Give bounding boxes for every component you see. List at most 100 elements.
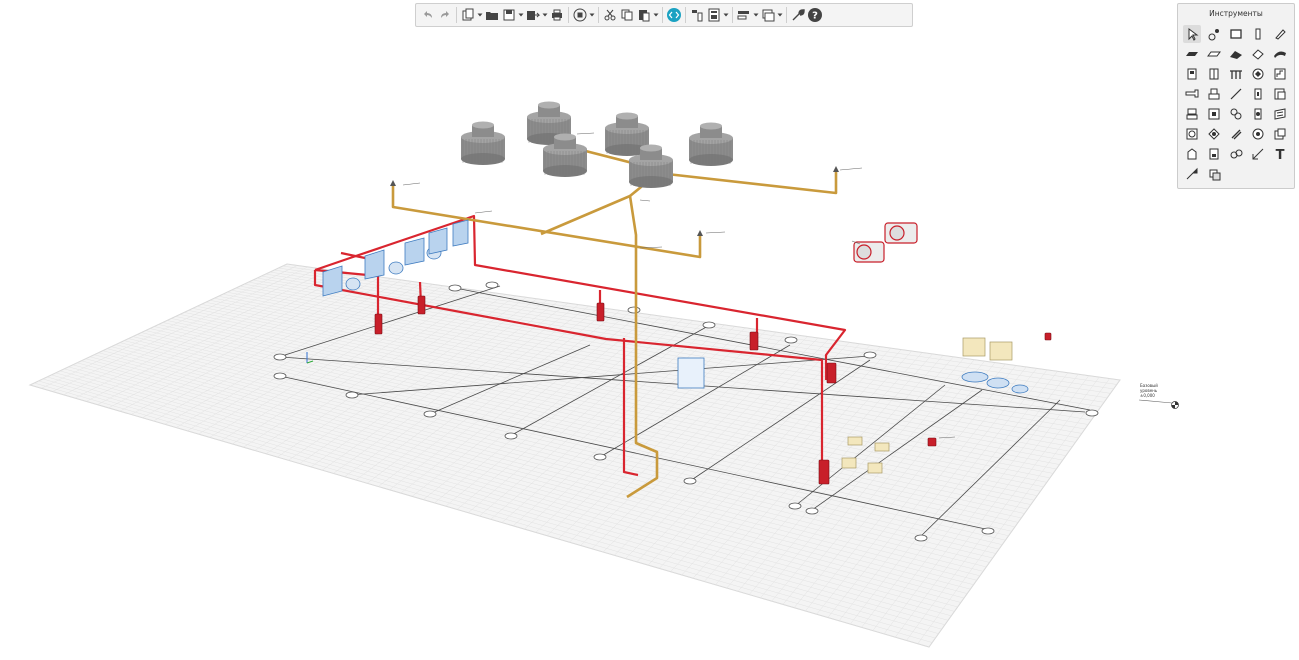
cabinet-tool-button[interactable] [1205,145,1223,163]
measure-icon [1186,167,1198,180]
tank [689,122,733,166]
scissors-icon [604,9,616,21]
export-button[interactable] [525,6,541,24]
stair-tool-button[interactable] [1271,65,1289,83]
help-icon: ? [808,8,822,22]
print-button[interactable] [549,6,565,24]
generator-tool-button[interactable] [1227,145,1245,163]
chevron-down-icon[interactable] [542,6,548,24]
view-cube-icon [573,8,587,22]
unit-tool-button[interactable] [1183,125,1201,143]
rectangle-tool-button[interactable] [1227,25,1245,43]
model-viewport[interactable]: Базовый уровень ±0,000 [0,0,1299,656]
terminal-tool-button[interactable] [1249,85,1267,103]
pipe-tool-button[interactable] [1227,125,1245,143]
svg-text:?: ? [812,11,818,22]
new-project-icon [462,8,474,21]
sheet-tool-button[interactable] [1271,85,1289,103]
chevron-down-icon[interactable] [589,6,595,24]
view-button[interactable] [572,6,588,24]
damper-icon [1274,108,1286,120]
export-icon [527,11,541,20]
copy-icon [621,9,633,21]
panel-tool-button[interactable] [1205,105,1223,123]
tools-grid: T [1178,21,1294,183]
layers-icon [737,11,749,20]
pencil-tool-button[interactable] [1271,25,1289,43]
settings-button[interactable] [790,6,806,24]
column-tool-button[interactable] [1249,25,1267,43]
new-project-button[interactable] [460,6,476,24]
pipe-icon [1231,129,1242,140]
equipment-tool-button[interactable] [1183,105,1201,123]
views-button[interactable] [760,6,776,24]
code-icon [667,8,681,22]
save-button[interactable] [501,6,517,24]
copy-button[interactable] [619,6,635,24]
wall-tool-button[interactable] [1249,45,1267,63]
space-tool-button[interactable] [1183,145,1201,163]
chevron-down-icon[interactable] [653,6,659,24]
help-button[interactable]: ? [807,6,823,24]
curved-wall-tool-button[interactable] [1271,45,1289,63]
fitting-icon [1208,88,1220,100]
level-marker [1138,399,1179,409]
chevron-down-icon[interactable] [477,6,483,24]
damper-tool-button[interactable] [1271,105,1289,123]
redo-button[interactable] [437,6,453,24]
select-tool-button[interactable] [1183,25,1201,43]
object-tool-button[interactable] [1249,65,1267,83]
slab-tool-button[interactable] [1183,45,1201,63]
layers-button[interactable] [736,6,752,24]
properties-button[interactable] [689,6,705,24]
valve-tool-button[interactable] [1249,105,1267,123]
join-icon [1208,29,1219,41]
fitting-tool-button[interactable] [1205,85,1223,103]
folder-icon [486,12,498,20]
calculator-button[interactable] [706,6,722,24]
text-tool-button[interactable]: T [1271,145,1289,163]
chevron-down-icon[interactable] [518,6,524,24]
chevron-down-icon[interactable] [723,6,729,24]
text-icon: T [1276,148,1285,161]
duct-icon [1185,89,1199,98]
storage-tanks [461,101,733,188]
code-button[interactable] [666,6,682,24]
chevron-down-icon[interactable] [777,6,783,24]
redo-icon [441,11,449,18]
roof-tool-button[interactable] [1227,45,1245,63]
3d-model-scene[interactable] [0,0,1299,656]
panel-icon [1208,108,1220,120]
windows-icon [762,9,775,22]
beam-tool-button[interactable] [1205,45,1223,63]
wall-icon [1252,49,1264,60]
paste-icon [639,10,650,22]
toolbar-separator [786,7,787,23]
line-icon [1230,88,1242,100]
boiler-tool-button[interactable] [1205,125,1223,143]
stair-icon [1274,68,1286,80]
equipment-icon [1186,108,1198,120]
box-tool-button[interactable] [1271,125,1289,143]
open-button[interactable] [484,6,500,24]
undo-button[interactable] [420,6,436,24]
measure-tool-button[interactable] [1183,165,1201,183]
copy-tool-tool-button[interactable] [1205,165,1223,183]
join-tool-button[interactable] [1205,25,1223,43]
railing-tool-button[interactable] [1227,65,1245,83]
door-tool-button[interactable] [1183,65,1201,83]
svg-text:T: T [1276,148,1285,161]
window-tool-button[interactable] [1205,65,1223,83]
toolbar-separator [685,7,686,23]
pump-tool-button[interactable] [1249,125,1267,143]
fan-tool-button[interactable] [1227,105,1245,123]
paste-button[interactable] [636,6,652,24]
tools-panel: Инструменты T [1177,3,1295,189]
save-icon [503,9,515,21]
line-tool-button[interactable] [1227,85,1245,103]
dimension-tool-button[interactable] [1249,145,1267,163]
cut-button[interactable] [602,6,618,24]
printer-icon [552,9,562,21]
duct-tool-button[interactable] [1183,85,1201,103]
chevron-down-icon[interactable] [753,6,759,24]
